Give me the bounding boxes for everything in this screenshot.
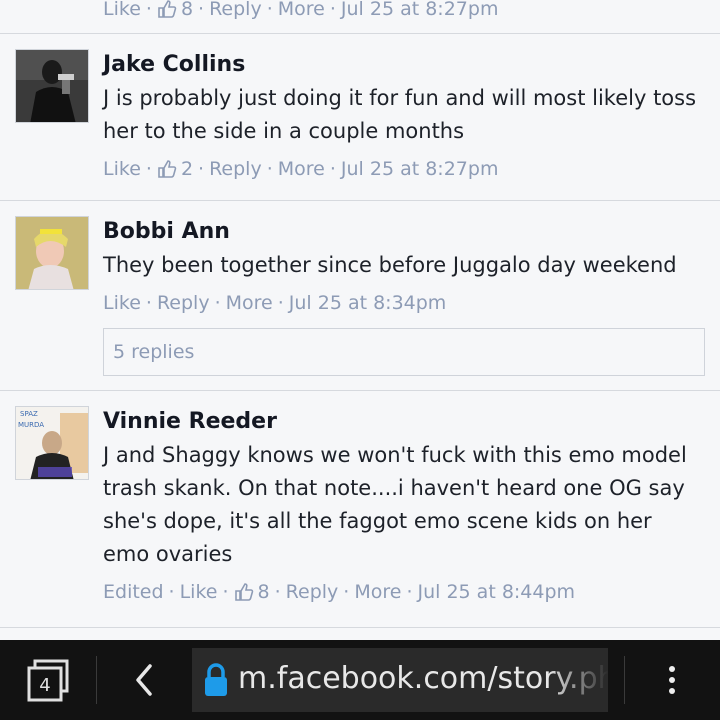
comment-author[interactable]: Jake Collins xyxy=(103,52,704,78)
back-arrow-icon xyxy=(136,664,152,696)
timestamp[interactable]: Jul 25 at 8:27pm xyxy=(341,158,499,180)
more-link[interactable]: More xyxy=(354,581,401,603)
more-link[interactable]: More xyxy=(226,292,273,314)
more-link[interactable]: More xyxy=(278,0,325,20)
like-link[interactable]: Like xyxy=(103,158,141,180)
comment-meta: Like · 2 · Reply · More · Jul 25 at 8:27… xyxy=(103,158,499,180)
browser-toolbar: 4 m.facebook.com/story.ph xyxy=(0,640,720,720)
comment-vinnie-reeder: SPAZ MURDA Vinnie Reeder J and Shaggy kn… xyxy=(0,391,720,627)
comments-feed[interactable]: Like · 8 · Reply · More · Jul 25 at 8:27… xyxy=(0,0,720,640)
previous-comment-meta: Like · 8 · Reply · More · Jul 25 at 8:27… xyxy=(103,0,499,20)
comment-meta: Like · Reply · More · Jul 25 at 8:34pm xyxy=(103,292,447,314)
divider xyxy=(96,656,97,704)
comment-author[interactable]: Bobbi Ann xyxy=(103,219,704,245)
reply-link[interactable]: Reply xyxy=(286,581,339,603)
view-replies-button[interactable]: 5 replies xyxy=(103,328,705,376)
like-link[interactable]: Like xyxy=(103,292,141,314)
timestamp[interactable]: Jul 25 at 8:44pm xyxy=(418,581,576,603)
overflow-menu-icon xyxy=(669,666,675,672)
reply-link[interactable]: Reply xyxy=(209,0,262,20)
avatar-photo xyxy=(16,217,88,289)
comment-bobbi-ann: Bobbi Ann They been together since befor… xyxy=(0,201,720,390)
tab-count: 4 xyxy=(39,675,50,696)
avatar[interactable] xyxy=(15,49,89,123)
avatar-photo xyxy=(16,50,88,122)
like-link[interactable]: Like xyxy=(180,581,218,603)
timestamp[interactable]: Jul 25 at 8:34pm xyxy=(289,292,447,314)
comment-text: J is probably just doing it for fun and … xyxy=(103,86,697,143)
comment-jake-collins: Jake Collins J is probably just doing it… xyxy=(0,34,720,200)
comment-text: J and Shaggy knows we won't fuck with th… xyxy=(103,443,687,566)
tabs-icon: 4 xyxy=(27,659,69,702)
avatar-caption: MURDA xyxy=(18,421,44,429)
comment-text: They been together since before Juggalo … xyxy=(103,253,677,277)
address-bar[interactable]: m.facebook.com/story.ph xyxy=(192,648,608,712)
thumbs-up-icon xyxy=(158,0,177,18)
back-button[interactable] xyxy=(128,660,160,700)
avatar-photo: SPAZ MURDA xyxy=(16,407,88,479)
thumbs-up-icon xyxy=(234,583,253,601)
edited-link[interactable]: Edited xyxy=(103,581,164,603)
like-link[interactable]: Like xyxy=(103,0,141,20)
avatar[interactable] xyxy=(15,216,89,290)
divider xyxy=(624,656,625,704)
comment-meta: Edited · Like · 8 · Reply · More · Jul 2… xyxy=(103,581,576,603)
avatar[interactable]: SPAZ MURDA xyxy=(15,406,89,480)
timestamp[interactable]: Jul 25 at 8:27pm xyxy=(341,0,499,20)
overflow-menu-button[interactable] xyxy=(662,660,682,700)
like-count: 8 xyxy=(180,0,194,20)
comment-author[interactable]: Vinnie Reeder xyxy=(103,409,704,435)
like-count: 8 xyxy=(257,581,270,603)
thumbs-up-icon xyxy=(158,160,177,178)
avatar-caption: SPAZ xyxy=(20,410,38,418)
lock-icon xyxy=(205,663,227,696)
reply-link[interactable]: Reply xyxy=(157,292,210,314)
divider xyxy=(0,627,720,628)
reply-link[interactable]: Reply xyxy=(209,158,262,180)
tabs-button[interactable]: 4 xyxy=(26,658,72,704)
more-link[interactable]: More xyxy=(278,158,325,180)
like-count: 2 xyxy=(180,158,194,180)
